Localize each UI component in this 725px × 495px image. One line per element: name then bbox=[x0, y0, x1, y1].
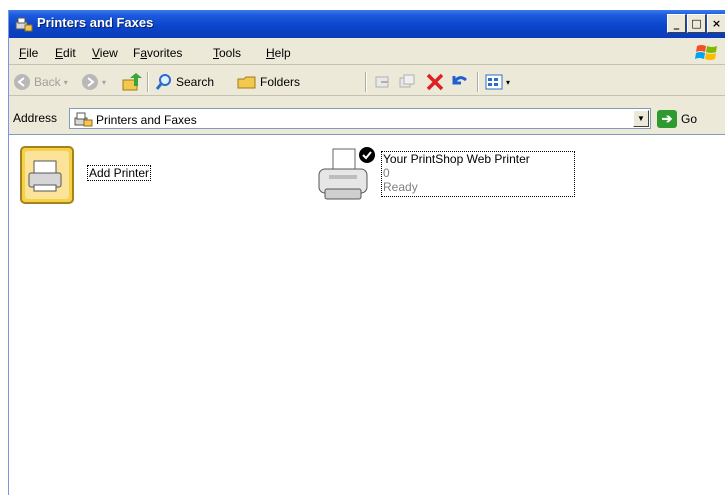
copy-to-icon bbox=[399, 74, 415, 88]
folders-icon bbox=[237, 76, 256, 89]
menu-favorites[interactable]: Favorites bbox=[133, 46, 182, 60]
printer-label-box: Your PrintShop Web Printer 0 Ready bbox=[381, 151, 575, 197]
printer-item[interactable]: Your PrintShop Web Printer 0 Ready bbox=[315, 145, 585, 215]
toolbar-separator bbox=[147, 72, 149, 92]
menu-edit[interactable]: Edit bbox=[55, 46, 76, 60]
up-folder-icon bbox=[122, 73, 142, 91]
menu-view[interactable]: View bbox=[92, 46, 118, 60]
chevron-down-icon: ▼ bbox=[637, 114, 645, 123]
printer-icon bbox=[318, 147, 375, 200]
copy-to-button[interactable] bbox=[397, 71, 417, 93]
windows-logo-icon bbox=[695, 45, 717, 60]
move-to-button[interactable] bbox=[373, 71, 393, 93]
explorer-window: Printers and Faxes _ □ × File Edit View … bbox=[8, 10, 725, 495]
back-button[interactable]: Back ▾ bbox=[13, 71, 68, 93]
forward-arrow-icon bbox=[82, 74, 98, 90]
address-value: Printers and Faxes bbox=[96, 113, 197, 127]
go-button[interactable]: ➔ Go bbox=[657, 108, 697, 129]
menu-bar: File Edit View Favorites Tools Help bbox=[9, 41, 725, 65]
search-icon bbox=[155, 74, 171, 90]
search-label: Search bbox=[176, 75, 215, 89]
menu-view-mnemonic: V bbox=[92, 46, 100, 60]
back-label: Back bbox=[34, 75, 61, 89]
views-dropdown-icon: ▾ bbox=[506, 77, 511, 87]
address-field[interactable]: Printers and Faxes ▼ bbox=[69, 108, 651, 129]
folders-button[interactable]: Folders bbox=[237, 71, 300, 93]
go-label: Go bbox=[681, 111, 698, 126]
forward-dropdown-icon: ▾ bbox=[102, 77, 107, 87]
undo-button[interactable] bbox=[449, 71, 469, 93]
up-folder-button[interactable] bbox=[121, 71, 143, 93]
undo-icon bbox=[452, 76, 467, 85]
standard-toolbar: Back ▾ ▾ Search Folders ▾ bbox=[9, 68, 725, 96]
menu-edit-mnemonic: E bbox=[55, 46, 64, 60]
views-icon bbox=[485, 74, 503, 90]
printer-name: Your PrintShop Web Printer bbox=[383, 152, 530, 166]
back-dropdown-icon: ▾ bbox=[63, 77, 68, 87]
views-button[interactable]: ▾ bbox=[485, 71, 510, 93]
address-label: Address bbox=[13, 111, 58, 125]
delete-button[interactable] bbox=[425, 71, 445, 93]
caption-buttons: _ □ × bbox=[667, 14, 725, 34]
add-printer-label: Add Printer bbox=[87, 165, 152, 181]
window-title: Printers and Faxes bbox=[37, 15, 154, 30]
go-arrow-icon: ➔ bbox=[657, 109, 677, 128]
menu-file[interactable]: File bbox=[19, 46, 38, 60]
add-printer-item[interactable]: Add Printer bbox=[13, 145, 173, 207]
forward-button[interactable]: ▾ bbox=[81, 71, 106, 93]
delete-icon bbox=[426, 73, 444, 91]
folder-content-view[interactable]: Add Printer Your PrintShop Web Printer 0… bbox=[9, 134, 725, 495]
add-printer-icon bbox=[20, 146, 74, 204]
printer-status: Ready bbox=[383, 180, 418, 194]
folders-label: Folders bbox=[260, 75, 301, 89]
address-bar: Address Printers and Faxes ▼ ➔ Go bbox=[9, 105, 725, 131]
title-bar[interactable]: Printers and Faxes _ □ × bbox=[9, 10, 725, 38]
minimize-button[interactable]: _ bbox=[667, 14, 686, 33]
close-button[interactable]: × bbox=[707, 14, 725, 33]
search-button[interactable]: Search bbox=[155, 71, 214, 93]
printers-folder-icon bbox=[15, 17, 33, 32]
menu-help-mnemonic: H bbox=[266, 46, 275, 60]
menu-tools[interactable]: Tools bbox=[213, 46, 241, 60]
move-to-icon bbox=[375, 76, 389, 88]
back-arrow-icon bbox=[14, 74, 30, 90]
toolbar-separator bbox=[365, 72, 367, 92]
toolbar-separator bbox=[477, 72, 479, 92]
printer-document-count: 0 bbox=[383, 166, 390, 180]
maximize-button[interactable]: □ bbox=[687, 14, 706, 33]
address-dropdown-button[interactable]: ▼ bbox=[633, 110, 649, 127]
menu-help[interactable]: Help bbox=[266, 46, 291, 60]
printers-folder-icon bbox=[74, 112, 93, 127]
